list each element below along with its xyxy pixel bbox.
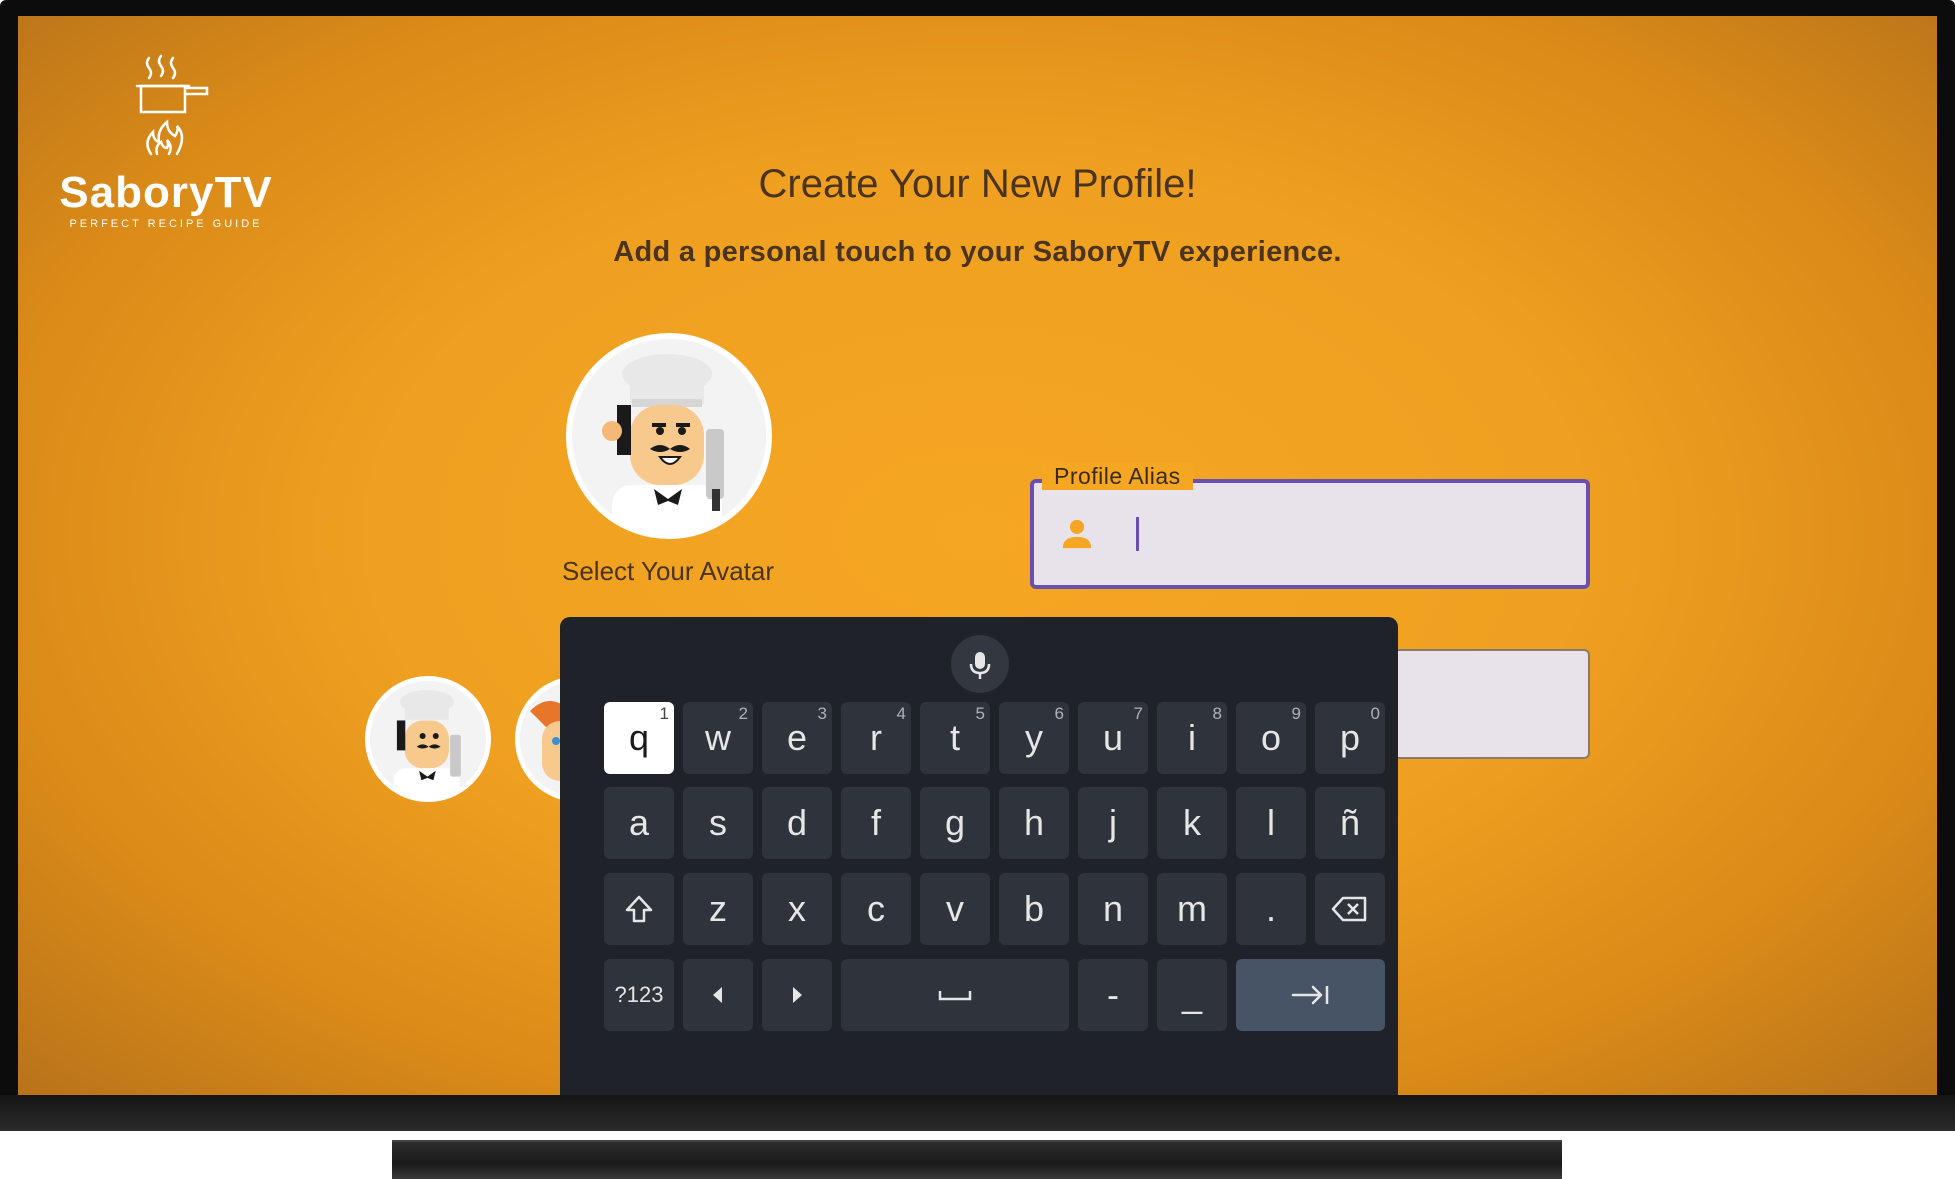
profile-alias-label: Profile Alias [1042, 463, 1193, 490]
key-k[interactable]: k [1157, 787, 1227, 859]
key-number: 6 [1054, 704, 1064, 723]
key-e[interactable]: e3 [762, 702, 832, 774]
backspace-icon [1331, 896, 1367, 922]
key-label: q [628, 717, 650, 758]
key-d[interactable]: d [762, 787, 832, 859]
tv-stand [392, 1140, 1562, 1179]
key-label: o [1260, 717, 1282, 758]
key-o[interactable]: o9 [1236, 702, 1306, 774]
space-icon [938, 991, 972, 1001]
key-y[interactable]: y6 [999, 702, 1069, 774]
key-number: 3 [817, 704, 827, 723]
key-i[interactable]: i8 [1157, 702, 1227, 774]
key-number: 5 [975, 704, 985, 723]
cursor-left-key[interactable] [683, 959, 753, 1031]
tab-next-icon [1291, 985, 1328, 1005]
key-w[interactable]: w2 [683, 702, 753, 774]
key-label: p [1339, 717, 1361, 758]
select-avatar-label: Select Your Avatar [561, 556, 774, 586]
chef-avatar-icon [370, 681, 486, 797]
key-m[interactable]: m [1157, 873, 1227, 945]
profile-alias-field[interactable] [1030, 479, 1590, 589]
key-f[interactable]: f [841, 787, 911, 859]
key-z[interactable]: z [683, 873, 753, 945]
key-number: 0 [1370, 704, 1380, 723]
key-b[interactable]: b [999, 873, 1069, 945]
key-label: e [786, 717, 808, 758]
on-screen-keyboard: q1 w2 e3 r4 t5 y6 u7 i8 o9 p0 a s d f g … [560, 617, 1398, 1095]
selected-avatar[interactable] [566, 333, 772, 539]
key-g[interactable]: g [920, 787, 990, 859]
mic-icon [969, 652, 991, 679]
next-key[interactable] [1236, 959, 1385, 1031]
key-number: 2 [738, 704, 748, 723]
logo-tagline: PERFECT RECIPE GUIDE [69, 218, 263, 230]
key-label: u [1102, 717, 1124, 758]
avatar-option-chef[interactable] [365, 676, 491, 802]
key-l[interactable]: l [1236, 787, 1306, 859]
key-number: 1 [659, 704, 669, 723]
key-s[interactable]: s [683, 787, 753, 859]
symbols-key[interactable]: ?123 [604, 959, 674, 1031]
key-label: w [705, 717, 731, 758]
tv-bezel-bottom [0, 1095, 1955, 1131]
mic-button[interactable] [951, 635, 1009, 693]
key-c[interactable]: c [841, 873, 911, 945]
arrow-right-icon [793, 987, 802, 1003]
key-underscore[interactable]: _ [1157, 959, 1227, 1031]
key-q[interactable]: q1 [604, 702, 674, 774]
shift-key[interactable] [604, 873, 674, 945]
key-label: r [870, 717, 882, 758]
cooking-pot-icon [135, 54, 209, 156]
key-label: t [949, 717, 960, 758]
key-label: i [1188, 717, 1196, 758]
page-subtitle: Add a personal touch to your SaboryTV ex… [613, 236, 1342, 268]
key-label: y [1025, 717, 1043, 758]
key-number: 8 [1212, 704, 1222, 723]
backspace-key[interactable] [1315, 873, 1385, 945]
key-hyphen[interactable]: - [1078, 959, 1148, 1031]
key-n-tilde[interactable]: ñ [1315, 787, 1385, 859]
key-a[interactable]: a [604, 787, 674, 859]
key-number: 4 [896, 704, 906, 723]
person-icon [1062, 519, 1092, 549]
key-h[interactable]: h [999, 787, 1069, 859]
key-u[interactable]: u7 [1078, 702, 1148, 774]
chef-avatar-icon [572, 339, 766, 533]
key-x[interactable]: x [762, 873, 832, 945]
tv-screen: SaboryTV PERFECT RECIPE GUIDE Create You… [18, 16, 1937, 1095]
key-j[interactable]: j [1078, 787, 1148, 859]
key-n[interactable]: n [1078, 873, 1148, 945]
shift-icon [625, 895, 653, 923]
key-number: 9 [1291, 704, 1301, 723]
key-period[interactable]: . [1236, 873, 1306, 945]
arrow-left-icon [713, 987, 722, 1003]
key-number: 7 [1133, 704, 1143, 723]
key-p[interactable]: p0 [1315, 702, 1385, 774]
cursor-right-key[interactable] [762, 959, 832, 1031]
text-caret [1136, 517, 1139, 551]
key-r[interactable]: r4 [841, 702, 911, 774]
space-key[interactable] [841, 959, 1069, 1031]
key-v[interactable]: v [920, 873, 990, 945]
key-t[interactable]: t5 [920, 702, 990, 774]
page-title: Create Your New Profile! [758, 162, 1197, 206]
